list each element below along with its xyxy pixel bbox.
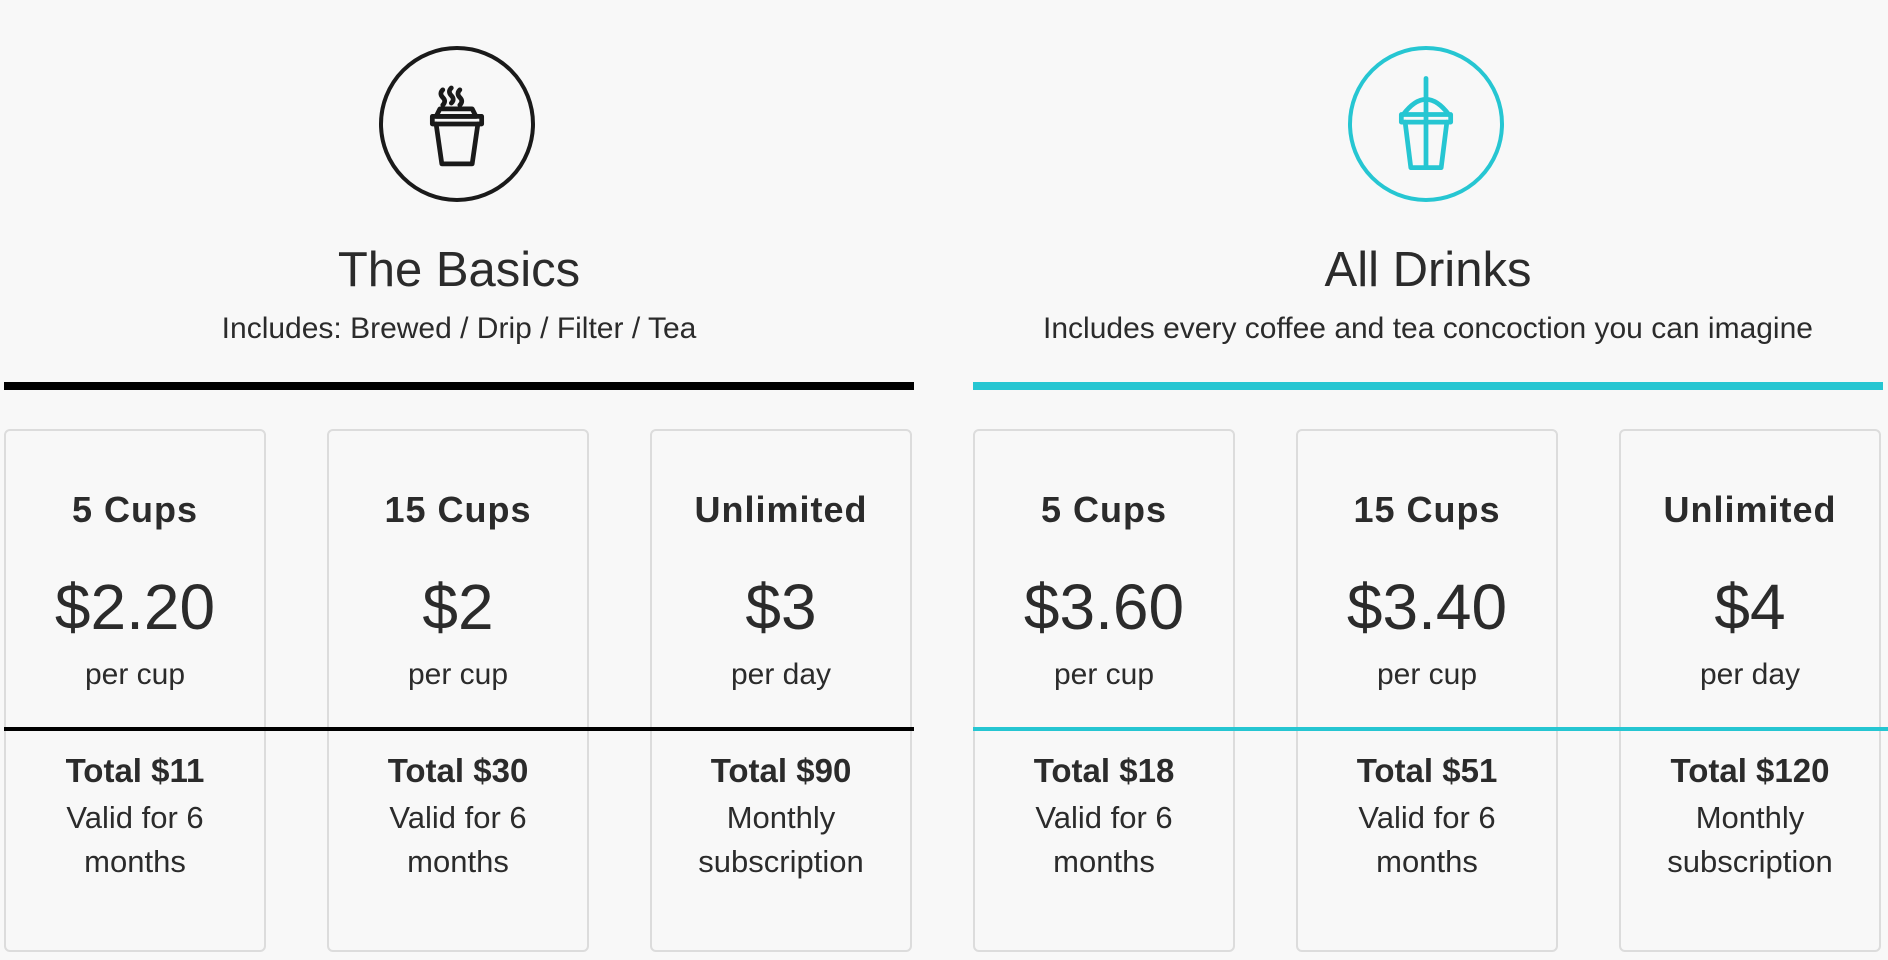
- option-name: 15 Cups: [384, 489, 532, 530]
- option-total: Total $90: [710, 752, 852, 789]
- plan-options: 5 Cups $3.60 per cup Total $18 Valid for…: [973, 429, 1888, 952]
- option-name: Unlimited: [1663, 489, 1837, 530]
- plan-option-card[interactable]: 5 Cups $2.20 per cup Total $11 Valid for…: [4, 429, 266, 952]
- plan-option-card[interactable]: 15 Cups $2 per cup Total $30 Valid for 6…: [327, 429, 589, 952]
- option-total: Total $30: [387, 752, 529, 789]
- option-price: $2: [422, 571, 494, 643]
- plan-option-card[interactable]: 15 Cups $3.40 per cup Total $51 Valid fo…: [1296, 429, 1558, 952]
- option-unit: per cup: [407, 658, 509, 691]
- option-unit: per cup: [1376, 658, 1478, 691]
- option-validity: Valid for 6 months: [1035, 800, 1173, 879]
- plan-header: The Basics Includes: Brewed / Drip / Fil…: [4, 0, 914, 390]
- option-validity: Valid for 6 months: [1358, 800, 1496, 879]
- plan-section-all-drinks: All Drinks Includes every coffee and tea…: [973, 0, 1888, 952]
- plan-subtitle: Includes: Brewed / Drip / Filter / Tea: [221, 312, 697, 345]
- plan-options: 5 Cups $2.20 per cup Total $11 Valid for…: [4, 429, 914, 952]
- option-price: $2.20: [54, 571, 216, 643]
- option-name: 15 Cups: [1353, 489, 1501, 530]
- plan-divider: [973, 382, 1883, 390]
- plan-subtitle: Includes every coffee and tea concoction…: [1043, 312, 1813, 345]
- option-unit: per day: [1699, 658, 1801, 691]
- plan-header: All Drinks Includes every coffee and tea…: [973, 0, 1883, 390]
- option-validity: Monthly subscription: [698, 800, 864, 879]
- plan-title: All Drinks: [1324, 243, 1532, 297]
- option-validity: Monthly subscription: [1667, 800, 1833, 879]
- option-name: 5 Cups: [1040, 489, 1168, 530]
- option-price: $3.60: [1023, 571, 1185, 643]
- option-name: 5 Cups: [71, 489, 199, 530]
- plan-option-card[interactable]: 5 Cups $3.60 per cup Total $18 Valid for…: [973, 429, 1235, 952]
- plan-section-basics: The Basics Includes: Brewed / Drip / Fil…: [4, 0, 914, 952]
- option-validity: Valid for 6 months: [389, 800, 527, 879]
- option-unit: per cup: [1053, 658, 1155, 691]
- price-divider: [4, 727, 914, 731]
- option-total: Total $51: [1356, 752, 1498, 789]
- plan-option-card[interactable]: Unlimited $4 per day Total $120 Monthly …: [1619, 429, 1881, 952]
- option-price: $4: [1714, 571, 1786, 643]
- option-total: Total $18: [1033, 752, 1175, 789]
- price-divider: [973, 727, 1888, 731]
- coffee-cup-icon: [379, 46, 535, 202]
- option-total: Total $120: [1670, 752, 1830, 789]
- option-price: $3.40: [1346, 571, 1508, 643]
- drink-with-straw-icon: [1348, 46, 1504, 202]
- option-total: Total $11: [65, 752, 205, 789]
- plan-option-card[interactable]: Unlimited $3 per day Total $90 Monthly s…: [650, 429, 912, 952]
- plan-divider: [4, 382, 914, 390]
- option-name: Unlimited: [694, 489, 868, 530]
- option-validity: Valid for 6 months: [66, 800, 204, 879]
- option-unit: per day: [730, 658, 832, 691]
- option-price: $3: [745, 571, 817, 643]
- option-unit: per cup: [84, 658, 186, 691]
- plan-title: The Basics: [337, 243, 581, 297]
